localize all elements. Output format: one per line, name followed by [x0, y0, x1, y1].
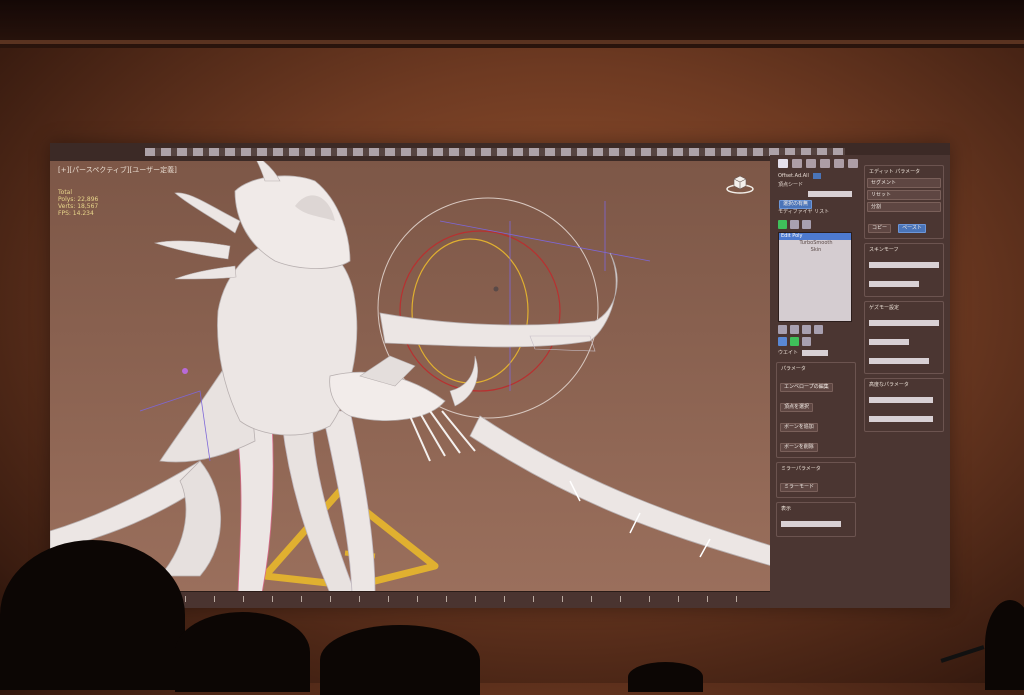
modifier-item[interactable]: Edit Poly [779, 233, 851, 240]
tab-utilities-icon[interactable] [848, 159, 858, 168]
tab-modify-icon[interactable] [792, 159, 802, 168]
modifier-item[interactable]: Skin [779, 247, 851, 254]
gizmo-field[interactable] [869, 319, 939, 326]
remove-bone-button[interactable]: ボーンを削除 [780, 443, 818, 452]
perspective-viewport[interactable]: [+][パースペクティブ][ユーザー定義] Total Polys: 22,89… [50, 161, 770, 591]
rollout-advanced: 高度なパラメータ [864, 378, 944, 432]
modifier-list-row: モディファイヤ リスト [774, 208, 858, 217]
panel-tabs [778, 159, 858, 168]
audience-head [175, 612, 310, 692]
weight-tool-icon[interactable] [778, 337, 787, 346]
rollout-mirror: ミラーパラメータ ミラーモード [776, 462, 856, 498]
object-name-row: Offset.Ad.All [774, 172, 858, 181]
paste-button[interactable]: ペースト [898, 224, 926, 233]
color-label: 頂点シード [778, 182, 804, 188]
weight-label: ウエイト [778, 350, 799, 356]
unique-icon[interactable] [790, 325, 799, 334]
tab-display-icon[interactable] [834, 159, 844, 168]
rollout-skin-morph: スキンモーフ [864, 243, 944, 297]
tab-hierarchy-icon[interactable] [806, 159, 816, 168]
selection-label-row: 選択の有無 [774, 199, 858, 209]
tab-create-icon[interactable] [778, 159, 788, 168]
select-vertices-button[interactable]: 頂点を選択 [780, 403, 814, 412]
advanced-field[interactable] [869, 415, 933, 422]
rollout-title[interactable]: スキンモーフ [867, 246, 941, 254]
remove-modifier-icon[interactable] [802, 325, 811, 334]
rollout-gizmo: ゲズモー設定 [864, 301, 944, 374]
audience-head [320, 625, 480, 695]
object-color-swatch[interactable] [812, 172, 821, 179]
pin-stack-icon[interactable] [778, 220, 787, 229]
rollout-title[interactable]: 高度なパラメータ [867, 381, 941, 389]
gizmo-field[interactable] [869, 357, 929, 364]
modifier-list-dropdown[interactable]: モディファイヤ リスト [778, 209, 829, 215]
edit-envelopes-button[interactable]: エンベロープの編集 [780, 383, 833, 392]
add-icon[interactable] [790, 337, 799, 346]
display-field[interactable] [781, 520, 841, 527]
morph-field[interactable] [869, 280, 919, 287]
rollout-display: 表示 [776, 502, 856, 537]
morph-field[interactable] [869, 261, 939, 268]
stack-tools [778, 325, 854, 334]
rollout-title[interactable]: 表示 [779, 505, 853, 513]
copy-button[interactable]: コピー [868, 224, 892, 233]
rig-circle-yellow [411, 238, 529, 384]
edit-params-panel: エディット パラメータ セグメント リセット 分割 コピー ペースト スキンモー… [862, 161, 946, 601]
tail-tentacle [469, 415, 770, 566]
selection-row [774, 190, 858, 199]
rollout-parameters: パラメータ エンベロープの編集 頂点を選択 ボーンを追加 ボーンを削除 [776, 362, 856, 458]
stack-icons [778, 220, 854, 229]
configure-sets-icon[interactable] [802, 220, 811, 229]
ceiling-rail [0, 40, 1024, 44]
show-result-icon[interactable] [790, 220, 799, 229]
weight-tools [778, 337, 854, 346]
add-bone-button[interactable]: ボーンを追加 [780, 423, 818, 432]
weight-row: ウエイト [774, 349, 858, 358]
microphone [940, 645, 985, 663]
color-row: 頂点シード [774, 181, 858, 190]
paint-icon[interactable] [802, 337, 811, 346]
advanced-field[interactable] [869, 396, 933, 403]
command-panel: Offset.Ad.All 頂点シード 選択の有無 モディファイヤ リスト Ed… [770, 155, 950, 608]
configure-icon[interactable] [814, 325, 823, 334]
selection-field[interactable] [808, 190, 852, 197]
split-button[interactable]: 分割 [867, 202, 941, 212]
horn-tentacle [379, 252, 618, 348]
rollout-title[interactable]: ミラーパラメータ [779, 465, 853, 473]
toolbar-icon-strip[interactable] [145, 148, 845, 156]
pin-icon[interactable] [778, 325, 787, 334]
reset-button[interactable]: リセット [867, 190, 941, 200]
segment-button[interactable]: セグメント [867, 178, 941, 188]
timeline-ticks [185, 596, 765, 602]
scene-3d-model[interactable] [50, 161, 770, 591]
rig-circle-red [399, 230, 561, 392]
audience-head [628, 662, 703, 692]
weight-field[interactable] [801, 349, 828, 356]
projected-screen: [+][パースペクティブ][ユーザー定義] Total Polys: 22,89… [50, 143, 950, 608]
modifier-stack-list[interactable]: Edit Poly TurboSmooth Skin [778, 232, 852, 322]
audience-head [985, 600, 1024, 690]
rollout-edit-params: エディット パラメータ セグメント リセット 分割 コピー ペースト [864, 165, 944, 239]
object-name[interactable]: Offset.Ad.All [778, 173, 809, 179]
rollout-title[interactable]: パラメータ [779, 365, 853, 373]
modify-panel: Offset.Ad.All 頂点シード 選択の有無 モディファイヤ リスト Ed… [774, 155, 858, 608]
audience-head [0, 540, 185, 690]
gizmo-field[interactable] [869, 338, 909, 345]
modifier-item[interactable]: TurboSmooth [779, 240, 851, 247]
rollout-title[interactable]: エディット パラメータ [867, 168, 941, 176]
mirror-mode-button[interactable]: ミラーモード [780, 483, 819, 492]
tab-motion-icon[interactable] [820, 159, 830, 168]
rollout-title[interactable]: ゲズモー設定 [867, 304, 941, 312]
